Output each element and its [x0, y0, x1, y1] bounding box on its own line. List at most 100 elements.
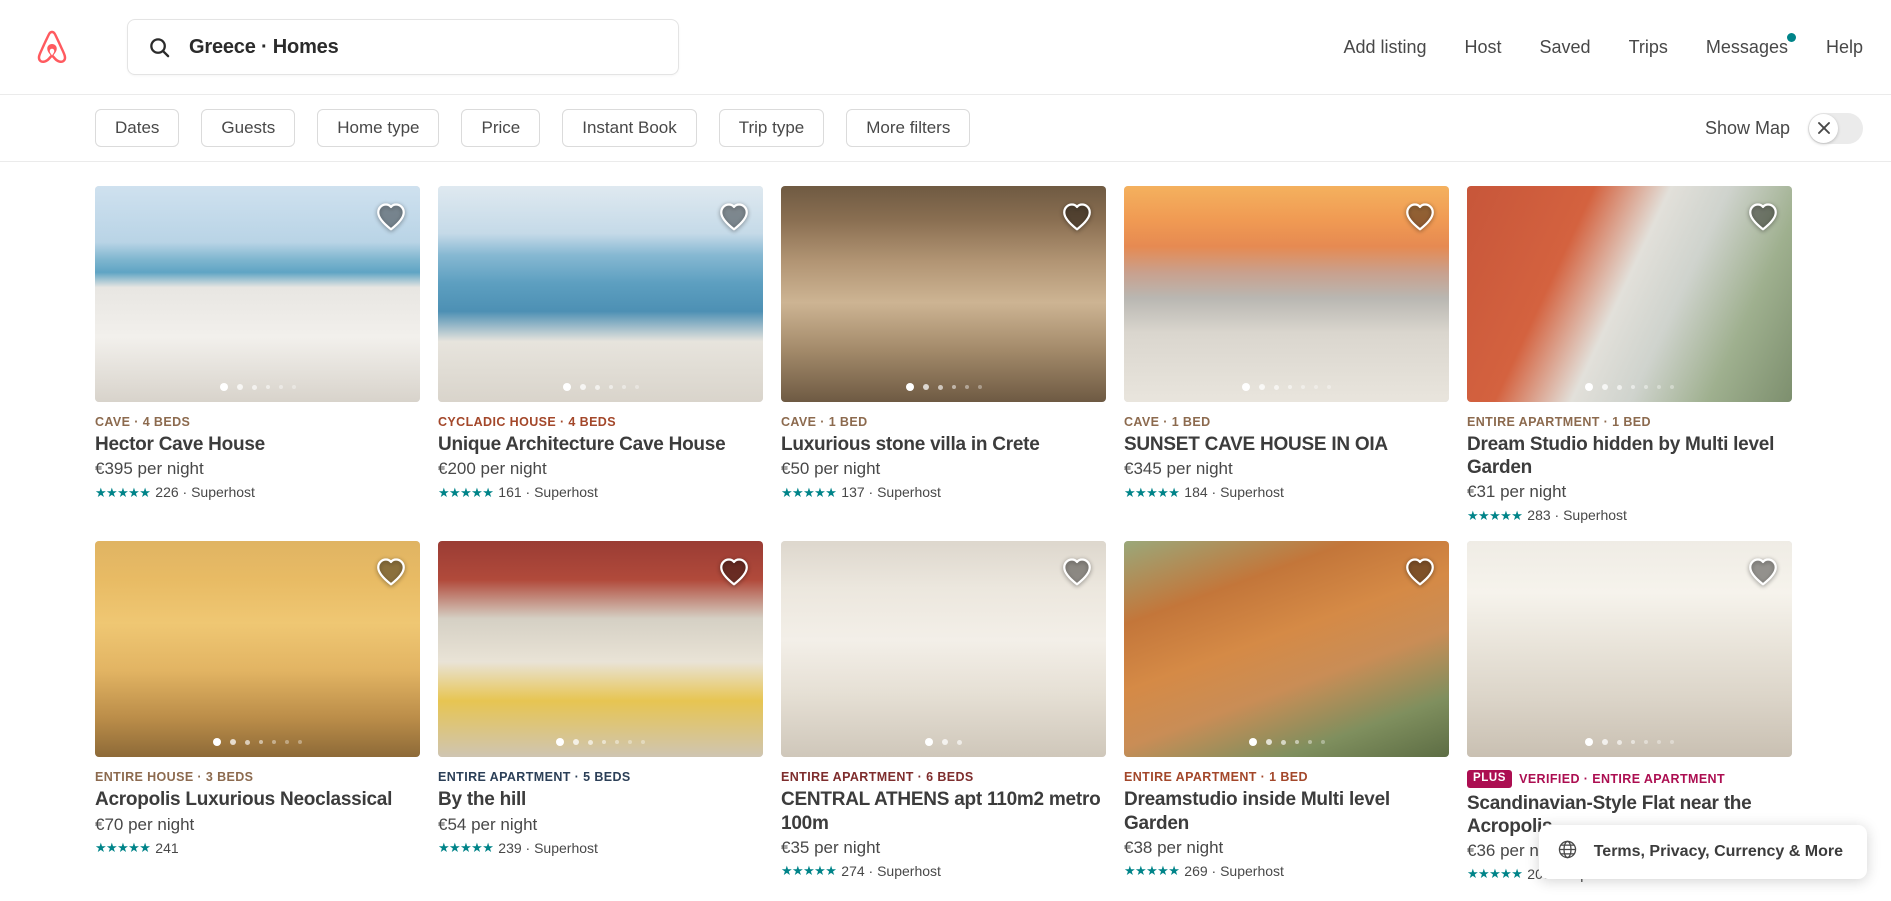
heart-icon[interactable] [717, 199, 751, 233]
carousel-dot[interactable] [1265, 739, 1272, 746]
carousel-dot[interactable] [594, 384, 600, 390]
listing-card[interactable]: CAVE · 1 BED SUNSET CAVE HOUSE IN OIA €3… [1124, 186, 1449, 523]
carousel-dot[interactable] [937, 384, 943, 390]
carousel-dot[interactable] [1585, 738, 1593, 747]
show-map-toggle[interactable] [1808, 112, 1863, 144]
carousel-dot[interactable] [259, 740, 263, 745]
carousel-dot[interactable] [1631, 385, 1635, 389]
carousel-dot[interactable] [1280, 739, 1286, 745]
nav-help[interactable]: Help [1807, 27, 1863, 68]
listing-title[interactable]: By the hill [438, 788, 763, 811]
listing-card[interactable]: CAVE · 1 BED Luxurious stone villa in Cr… [781, 186, 1106, 523]
filter-chip-trip-type[interactable]: Trip type [718, 109, 825, 147]
carousel-dot[interactable] [641, 740, 645, 745]
carousel-dot[interactable] [556, 738, 564, 747]
carousel-dot[interactable] [1320, 740, 1325, 745]
carousel-dot[interactable] [213, 738, 221, 747]
carousel-dot[interactable] [1259, 384, 1265, 390]
nav-trips[interactable]: Trips [1610, 27, 1687, 68]
carousel-dot[interactable] [922, 384, 929, 390]
carousel-dot[interactable] [1314, 385, 1318, 389]
search-input[interactable]: Greece · Homes [127, 19, 679, 75]
heart-icon[interactable] [1746, 199, 1780, 233]
carousel-dot[interactable] [1585, 383, 1593, 391]
carousel-dot[interactable] [621, 385, 626, 389]
carousel-dot[interactable] [1631, 740, 1635, 745]
carousel-dot[interactable] [615, 740, 619, 745]
carousel-dot[interactable] [278, 385, 283, 389]
listing-photo[interactable] [438, 541, 763, 758]
listing-photo[interactable] [1467, 541, 1792, 758]
carousel-dot[interactable] [1248, 738, 1257, 747]
carousel-dot[interactable] [298, 740, 302, 745]
carousel-dot[interactable] [1670, 385, 1674, 389]
carousel-dot[interactable] [628, 740, 632, 745]
listing-title[interactable]: Hector Cave House [95, 433, 420, 456]
listing-photo[interactable] [1124, 541, 1449, 758]
carousel-dot[interactable] [291, 385, 296, 389]
carousel-dot[interactable] [251, 384, 257, 390]
carousel-dot[interactable] [588, 739, 593, 745]
listing-card[interactable]: ENTIRE HOUSE · 3 BEDS Acropolis Luxuriou… [95, 541, 420, 882]
carousel-dot[interactable] [219, 383, 228, 391]
listing-card[interactable]: ENTIRE APARTMENT · 6 BEDS CENTRAL ATHENS… [781, 541, 1106, 882]
terms-privacy-banner[interactable]: Terms, Privacy, Currency & More [1538, 825, 1867, 879]
carousel-dot[interactable] [1301, 385, 1305, 389]
filter-chip-instant-book[interactable]: Instant Book [562, 109, 697, 147]
carousel-dot[interactable] [602, 740, 606, 745]
heart-icon[interactable] [374, 199, 408, 233]
carousel-dot[interactable] [1657, 385, 1661, 389]
carousel-dot[interactable] [925, 738, 933, 747]
carousel-dot[interactable] [1274, 384, 1279, 390]
carousel-dot[interactable] [1602, 739, 1608, 746]
listing-title[interactable]: Dreamstudio inside Multi level Garden [1124, 788, 1449, 834]
carousel-dot[interactable] [634, 385, 639, 389]
carousel-dot[interactable] [562, 383, 571, 391]
listing-card[interactable]: ENTIRE APARTMENT · 1 BED Dream Studio hi… [1467, 186, 1792, 523]
listing-title[interactable]: Dream Studio hidden by Multi level Garde… [1467, 433, 1792, 479]
carousel-dot[interactable] [1644, 385, 1648, 389]
listing-title[interactable]: CENTRAL ATHENS apt 110m2 metro 100m [781, 788, 1106, 834]
carousel-dot[interactable] [285, 740, 289, 745]
nav-saved[interactable]: Saved [1521, 27, 1610, 68]
listing-card[interactable]: CYCLADIC HOUSE · 4 BEDS Unique Architect… [438, 186, 763, 523]
carousel-dot[interactable] [977, 385, 982, 389]
carousel-dot[interactable] [1617, 739, 1622, 745]
listing-title[interactable]: Acropolis Luxurious Neoclassical [95, 788, 420, 811]
nav-messages[interactable]: Messages [1687, 27, 1807, 68]
carousel-dot[interactable] [272, 740, 276, 745]
filter-chip-home-type[interactable]: Home type [317, 109, 440, 147]
carousel-dot[interactable] [1242, 383, 1250, 391]
listing-photo[interactable] [1467, 186, 1792, 402]
carousel-dot[interactable] [1288, 385, 1292, 389]
filter-chip-dates[interactable]: Dates [95, 109, 180, 147]
listing-photo[interactable] [1124, 186, 1449, 402]
carousel-dot[interactable] [579, 384, 586, 390]
carousel-dot[interactable] [230, 739, 236, 746]
listing-title[interactable]: Unique Architecture Cave House [438, 433, 763, 456]
carousel-dot[interactable] [1644, 740, 1648, 745]
carousel-dot[interactable] [236, 384, 243, 390]
carousel-dot[interactable] [1657, 740, 1661, 745]
listing-photo[interactable] [438, 186, 763, 402]
carousel-dot[interactable] [1294, 740, 1299, 745]
carousel-dot[interactable] [265, 385, 270, 389]
carousel-dot[interactable] [573, 739, 579, 746]
listing-title[interactable]: Luxurious stone villa in Crete [781, 433, 1106, 456]
carousel-dot[interactable] [1670, 740, 1674, 745]
listing-photo[interactable] [95, 541, 420, 758]
listing-photo[interactable] [781, 541, 1106, 758]
carousel-dot[interactable] [957, 739, 962, 745]
listing-photo[interactable] [781, 186, 1106, 402]
carousel-dot[interactable] [245, 739, 250, 745]
nav-host[interactable]: Host [1446, 27, 1521, 68]
carousel-dot[interactable] [1617, 384, 1622, 390]
nav-add-listing[interactable]: Add listing [1324, 27, 1445, 68]
carousel-dot[interactable] [951, 385, 956, 389]
filter-chip-more-filters[interactable]: More filters [846, 109, 971, 147]
carousel-dot[interactable] [964, 385, 969, 389]
carousel-dot[interactable] [608, 385, 613, 389]
carousel-dot[interactable] [1327, 385, 1331, 389]
listing-photo[interactable] [95, 186, 420, 402]
carousel-dot[interactable] [942, 739, 948, 746]
